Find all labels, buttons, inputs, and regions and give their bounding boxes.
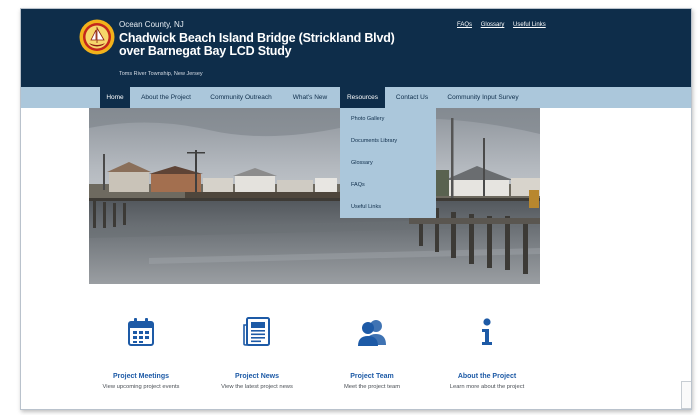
nav-item-contact-us[interactable]: Contact Us bbox=[389, 87, 435, 108]
card-about-the-project[interactable]: About the Project Learn more about the p… bbox=[417, 317, 557, 390]
menu-item-photo-gallery[interactable]: Photo Gallery bbox=[340, 108, 436, 130]
main-nav: Home About the Project Community Outreac… bbox=[21, 87, 691, 108]
info-icon bbox=[482, 318, 492, 345]
newspaper-icon bbox=[243, 317, 270, 346]
township-subtitle: Toms River Township, New Jersey bbox=[119, 71, 203, 77]
resources-dropdown-menu: Photo Gallery Documents Library Glossary… bbox=[340, 108, 436, 218]
menu-item-glossary[interactable]: Glossary bbox=[340, 152, 436, 174]
util-link-glossary[interactable]: Glossary bbox=[481, 22, 505, 28]
team-icon bbox=[358, 320, 386, 346]
hero-photo bbox=[89, 108, 540, 284]
county-name: Ocean County, NJ bbox=[119, 20, 184, 29]
browser-page: Ocean County, NJ Chadwick Beach Island B… bbox=[20, 8, 692, 410]
utility-links: FAQs Glossary Useful Links bbox=[457, 22, 553, 28]
site-header: Ocean County, NJ Chadwick Beach Island B… bbox=[21, 9, 691, 87]
card-title[interactable]: About the Project bbox=[417, 373, 557, 380]
util-link-useful-links[interactable]: Useful Links bbox=[513, 22, 546, 28]
calendar-icon bbox=[128, 318, 154, 346]
menu-item-faqs[interactable]: FAQs bbox=[340, 174, 436, 196]
menu-item-useful-links[interactable]: Useful Links bbox=[340, 196, 436, 218]
site-title[interactable]: Chadwick Beach Island Bridge (Strickland… bbox=[119, 32, 419, 58]
nav-item-about-the-project[interactable]: About the Project bbox=[133, 87, 199, 108]
nav-item-community-input-survey[interactable]: Community Input Survey bbox=[440, 87, 526, 108]
card-description: Learn more about the project bbox=[449, 384, 525, 390]
util-link-faqs[interactable]: FAQs bbox=[457, 22, 472, 28]
county-seal-logo[interactable] bbox=[79, 19, 115, 55]
nav-item-resources[interactable]: Resources bbox=[340, 87, 385, 108]
menu-item-documents-library[interactable]: Documents Library bbox=[340, 130, 436, 152]
nav-item-whats-new[interactable]: What's New bbox=[284, 87, 336, 108]
nav-item-home[interactable]: Home bbox=[100, 87, 130, 108]
nav-item-community-outreach[interactable]: Community Outreach bbox=[203, 87, 279, 108]
scroll-to-top-button[interactable] bbox=[681, 381, 691, 409]
